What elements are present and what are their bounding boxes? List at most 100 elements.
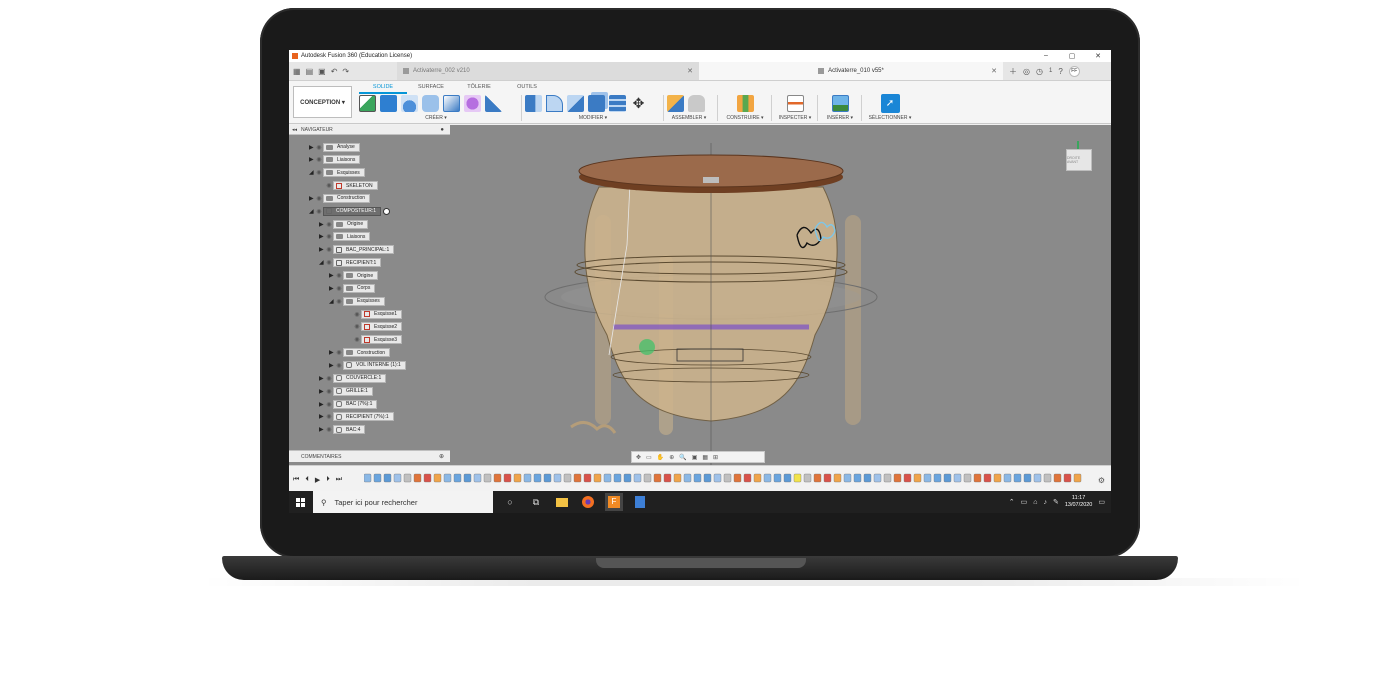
firefox-icon[interactable]	[579, 493, 597, 511]
activate-component-radio[interactable]	[383, 207, 391, 215]
press-pull-icon[interactable]	[525, 94, 542, 112]
timeline-feature[interactable]	[963, 473, 972, 483]
insert-group-label[interactable]: INSÉRER ▾	[821, 115, 859, 121]
timeline-feature[interactable]	[703, 473, 712, 483]
tree-item[interactable]: ▶ ◉ BAC:4	[319, 425, 366, 435]
workspace-switcher[interactable]: CONCEPTION ▾	[293, 86, 352, 118]
timeline-feature[interactable]	[473, 473, 482, 483]
timeline-feature[interactable]	[553, 473, 562, 483]
timeline-feature[interactable]	[873, 473, 882, 483]
new-component-icon[interactable]	[667, 94, 684, 112]
tree-node[interactable]: BAC_PRINCIPAL:1	[333, 245, 395, 255]
visibility-eye-icon[interactable]: ◉	[325, 233, 333, 240]
save-icon[interactable]: ▣	[318, 67, 326, 76]
battery-icon[interactable]: ▭	[1021, 498, 1028, 506]
create-sketch-icon[interactable]	[359, 94, 376, 112]
timeline-feature[interactable]	[943, 473, 952, 483]
timeline-feature[interactable]	[993, 473, 1002, 483]
file-menu-icon[interactable]: ▤	[306, 67, 314, 76]
play-icon[interactable]: ▶	[315, 476, 320, 484]
tree-item[interactable]: ▶ ◉ Construction	[309, 193, 371, 203]
zoom-window-icon[interactable]: ⊕	[669, 454, 674, 461]
timeline-feature[interactable]	[563, 473, 572, 483]
timeline-feature[interactable]	[743, 473, 752, 483]
timeline-feature[interactable]	[713, 473, 722, 483]
timeline-feature[interactable]	[953, 473, 962, 483]
timeline-feature[interactable]	[1063, 473, 1072, 483]
chamfer-icon[interactable]	[567, 94, 584, 112]
timeline-feature[interactable]	[693, 473, 702, 483]
tree-node[interactable]: GRILLE:1	[333, 386, 373, 396]
tree-node[interactable]: Origine	[333, 219, 369, 229]
timeline-feature[interactable]	[773, 473, 782, 483]
tree-node[interactable]: Esquisses	[323, 168, 365, 178]
help-icon[interactable]: ?	[1058, 67, 1062, 76]
viewports-icon[interactable]: ⊞	[713, 454, 718, 461]
joint-icon[interactable]	[688, 94, 705, 112]
visibility-eye-icon[interactable]: ◉	[315, 208, 323, 215]
timeline-feature[interactable]	[1043, 473, 1052, 483]
timeline-feature[interactable]	[903, 473, 912, 483]
timeline-feature[interactable]	[783, 473, 792, 483]
undo-icon[interactable]: ↶	[331, 67, 338, 76]
tree-item[interactable]: ▶ ◉ BAC (7%):1	[319, 399, 378, 409]
cortana-icon[interactable]: ○	[501, 493, 519, 511]
timeline-feature[interactable]	[1003, 473, 1012, 483]
tree-item[interactable]: ◉ Esquisse3	[347, 335, 403, 345]
timeline-feature[interactable]	[453, 473, 462, 483]
tree-node[interactable]: COMPOSTEUR:1	[323, 206, 382, 216]
visibility-eye-icon[interactable]: ◉	[335, 298, 343, 305]
visibility-eye-icon[interactable]: ◉	[353, 336, 361, 343]
measure-icon[interactable]	[786, 94, 804, 112]
timeline-feature[interactable]	[603, 473, 612, 483]
timeline-feature[interactable]	[503, 473, 512, 483]
insert-image-icon[interactable]	[831, 94, 849, 112]
select-group-label[interactable]: SÉLECTIONNER ▾	[865, 115, 915, 121]
visibility-eye-icon[interactable]: ◉	[325, 182, 333, 189]
notification-center-icon[interactable]: ▭	[1098, 498, 1105, 506]
timeline-feature[interactable]	[1073, 473, 1082, 483]
assemble-group-label[interactable]: ASSEMBLER ▾	[667, 115, 711, 121]
timeline-feature[interactable]	[753, 473, 762, 483]
timeline-feature[interactable]	[364, 473, 372, 483]
grid-settings-icon[interactable]: ▦	[702, 454, 708, 461]
visibility-eye-icon[interactable]: ◉	[325, 375, 333, 382]
timeline-feature[interactable]	[933, 473, 942, 483]
tree-item[interactable]: ◉ SKELETON	[319, 181, 378, 191]
tab-activaterre-002[interactable]: Activaterre_002 v210 ✕	[397, 62, 699, 80]
form-icon[interactable]	[464, 94, 481, 112]
timeline-feature[interactable]	[593, 473, 602, 483]
tree-node[interactable]: Corps	[343, 283, 376, 293]
visibility-eye-icon[interactable]: ◉	[325, 413, 333, 420]
timeline-feature[interactable]	[1023, 473, 1032, 483]
tree-item[interactable]: ◢ ◉ Esquisses	[309, 168, 365, 178]
viewcube-face[interactable]: DROITE AVANT	[1066, 149, 1092, 171]
close-tab-icon[interactable]: ✕	[687, 67, 693, 75]
tree-node[interactable]: Construction	[323, 193, 371, 203]
timeline-feature[interactable]	[1053, 473, 1062, 483]
grid-menu-icon[interactable]: ▦	[293, 67, 301, 76]
tree-node[interactable]: Esquisse3	[361, 335, 403, 345]
timeline-feature[interactable]	[583, 473, 592, 483]
combine-icon[interactable]	[609, 94, 626, 112]
look-at-icon[interactable]: ▭	[646, 454, 652, 461]
modify-group-label[interactable]: MODIFIER ▾	[525, 115, 661, 121]
timeline-feature[interactable]	[973, 473, 982, 483]
timeline-feature[interactable]	[403, 473, 412, 483]
new-tab-icon[interactable]: ＋	[1009, 66, 1017, 77]
pan-icon[interactable]: ✋	[657, 454, 664, 461]
comments-bar[interactable]: COMMENTAIRES ⊕	[289, 450, 450, 462]
select-icon[interactable]: ➚	[880, 93, 900, 113]
visibility-eye-icon[interactable]: ◉	[315, 195, 323, 202]
tree-node[interactable]: COUVERCLE:1	[333, 373, 387, 383]
timeline-feature[interactable]	[423, 473, 432, 483]
tree-item[interactable]: ▶ ◉ GRILLE:1	[319, 386, 373, 396]
tree-item[interactable]: ◢ ◉ Esquisses	[329, 296, 385, 306]
pyramid-icon[interactable]	[485, 94, 502, 112]
inspect-group-label[interactable]: INSPECTER ▾	[775, 115, 815, 121]
timeline-feature[interactable]	[663, 473, 672, 483]
tree-item[interactable]: ◉ Esquisse2	[347, 322, 403, 332]
timeline-feature[interactable]	[523, 473, 532, 483]
close-tab-icon[interactable]: ✕	[991, 67, 997, 75]
redo-icon[interactable]: ↷	[342, 67, 349, 76]
